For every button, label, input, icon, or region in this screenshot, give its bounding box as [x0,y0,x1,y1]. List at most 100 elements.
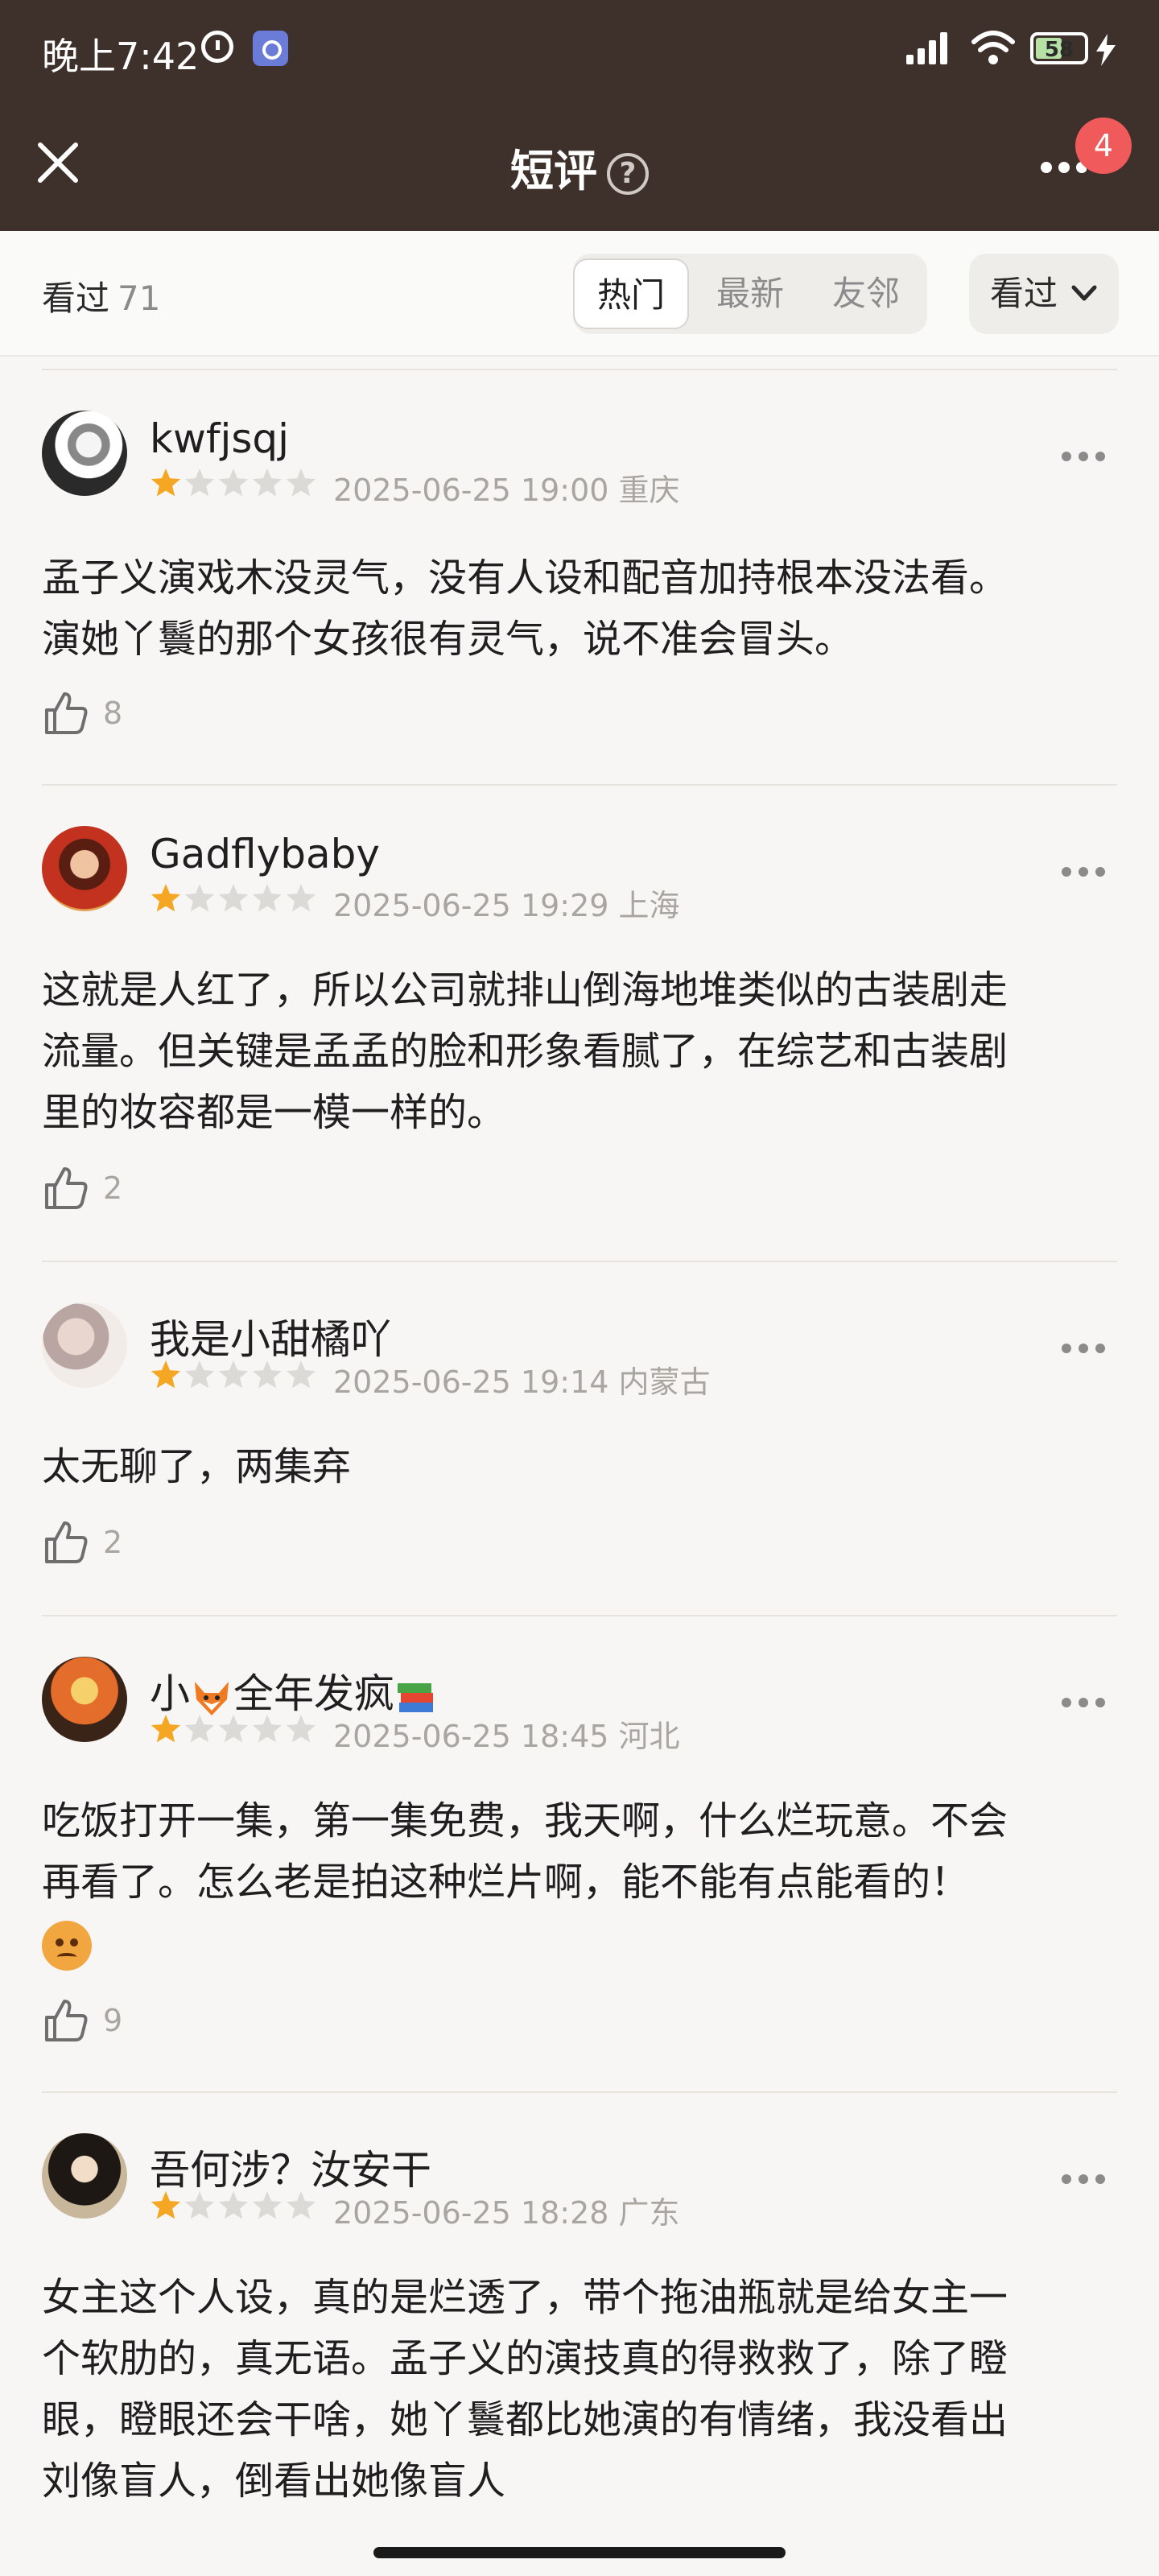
sort-tabs: 热门 最新 友邻 [573,254,927,334]
star-empty-icon [252,884,283,912]
review-date: 2025-06-25 19:00 [333,473,609,508]
thumbs-up-icon [45,2000,88,2041]
avatar[interactable] [42,2133,127,2219]
more-options-icon[interactable] [1038,159,1087,175]
page-header: 短评? 4 [0,113,1159,231]
review-line: 再看了。怎么老是拍这种烂片啊，能不能有点能看的！ [42,1860,970,1905]
star-empty-icon [184,1360,215,1389]
divider [42,784,1117,786]
divider [42,1615,1117,1616]
battery-level: 58 [1044,38,1074,62]
review-line: 眼，瞪眼还会干啥，她丫鬟都比她演的有情绪，我没看出 [42,2397,1008,2442]
avatar[interactable] [42,826,127,911]
star-empty-icon [286,469,316,497]
review-date: 2025-06-25 18:28 [333,2195,609,2231]
star-empty-icon [286,884,316,912]
help-icon[interactable]: ? [607,153,649,196]
avatar[interactable] [42,411,127,496]
star-empty-icon [252,469,283,497]
battery-indicator: 58 [1030,32,1088,64]
star-empty-icon [184,884,215,912]
username-main: 全年发疯 [233,1670,394,1717]
like-count: 2 [103,1525,123,1560]
app-notification-icon [253,31,288,66]
star-filled-icon [151,2191,181,2219]
star-empty-icon [184,1715,215,1743]
review-line: 孟子义演戏木没灵气，没有人设和配音加持根本没法看。 [42,555,1008,601]
watched-number: 71 [118,279,161,318]
star-empty-icon [218,469,249,497]
charging-bolt-icon [1096,34,1116,66]
review-location: 广东 [618,2195,680,2231]
rating-stars [151,884,316,912]
review-line: 女主这个人设，真的是烂透了，带个拖油瓶就是给女主一 [42,2275,1008,2320]
review-text: 女主这个人设，真的是烂透了，带个拖油瓶就是给女主一 个软肋的，真无语。孟子义的演… [42,2267,1120,2512]
review-text: 太无聊了，两集弃 [42,1436,1120,1497]
chevron-down-icon [1071,285,1097,301]
tab-hot[interactable]: 热门 [573,258,689,329]
rating-stars [151,1715,316,1743]
review-line: 里的妆容都是一模一样的。 [42,1090,506,1135]
review-meta: 2025-06-25 19:29 上海 [333,881,680,925]
page-title: 短评 [510,146,597,196]
home-indicator[interactable] [373,2547,786,2558]
more-options-icon[interactable] [1061,1343,1106,1354]
review-date: 2025-06-25 19:14 [333,1364,609,1400]
rating-stars [151,1360,316,1389]
review-location: 河北 [618,1719,680,1754]
review-meta: 2025-06-25 19:00 重庆 [333,465,680,510]
more-options-icon[interactable] [1061,1697,1106,1708]
top-bar: 晚上7:42 58 短评? 4 [0,0,1159,231]
more-options-icon[interactable] [1061,2174,1106,2185]
status-bar: 晚上7:42 58 [0,0,1159,98]
wifi-icon [971,31,1015,64]
star-empty-icon [218,884,249,912]
username[interactable]: Gadflybaby [150,831,380,877]
star-empty-icon [218,2191,249,2219]
review-text: 吃饭打开一集，第一集免费，我天啊，什么烂玩意。不会 再看了。怎么老是拍这种烂片啊… [42,1790,1120,1974]
star-empty-icon [218,1360,249,1389]
star-filled-icon [151,469,181,497]
review-line: 刘像盲人，倒看出她像盲人 [42,2458,506,2504]
more-options-icon[interactable] [1061,451,1106,462]
avatar[interactable] [42,1657,127,1742]
divider [42,1261,1117,1262]
review-line: 个软肋的，真无语。孟子义的演技真的得救救了，除了瞪 [42,2336,1008,2381]
review-line: 这就是人红了，所以公司就排山倒海地堆类似的古装剧走 [42,968,1008,1013]
review-date: 2025-06-25 19:29 [333,888,609,923]
review-line: 太无聊了，两集弃 [42,1444,352,1489]
review-location: 重庆 [618,473,680,508]
star-filled-icon [151,884,181,912]
review-text: 这就是人红了，所以公司就排山倒海地堆类似的古装剧走 流量。但关键是孟孟的脸和形象… [42,960,1120,1143]
star-empty-icon [286,1360,316,1389]
username[interactable]: kwfjsqj [150,415,289,462]
tab-latest[interactable]: 最新 [694,258,806,329]
fox-icon [195,1681,229,1715]
star-empty-icon [252,1360,283,1389]
divider [42,369,1117,370]
thumbs-up-icon [45,1167,88,1209]
username-prefix: 小 [150,1670,190,1717]
review-text: 孟子义演戏木没灵气，没有人设和配音加持根本没法看。 演她丫鬟的那个女孩很有灵气，… [42,547,1120,670]
status-filter-label: 看过 [990,274,1058,313]
status-filter-dropdown[interactable]: 看过 [969,254,1119,334]
timer-icon [201,31,233,63]
star-empty-icon [252,2191,283,2219]
watched-count: 看过 71 [42,271,160,320]
review-location: 上海 [618,888,680,923]
review-meta: 2025-06-25 19:14 内蒙古 [333,1357,711,1402]
review-location: 内蒙古 [618,1364,711,1400]
review-line [42,1913,1120,1974]
page-title-wrap: 短评? [0,135,1159,199]
avatar[interactable] [42,1302,127,1388]
review-meta: 2025-06-25 18:28 广东 [333,2188,680,2232]
thumbs-up-icon [45,1521,88,1563]
review-line: 演她丫鬟的那个女孩很有灵气，说不准会冒头。 [42,617,854,662]
filter-bar: 看过 71 热门 最新 友邻 看过 [0,231,1159,357]
review-meta: 2025-06-25 18:45 河北 [333,1711,680,1756]
like-count: 2 [103,1170,123,1206]
tab-friends[interactable]: 友邻 [810,258,922,329]
notification-badge: 4 [1075,118,1132,174]
star-empty-icon [184,2191,215,2219]
more-options-icon[interactable] [1061,866,1106,877]
